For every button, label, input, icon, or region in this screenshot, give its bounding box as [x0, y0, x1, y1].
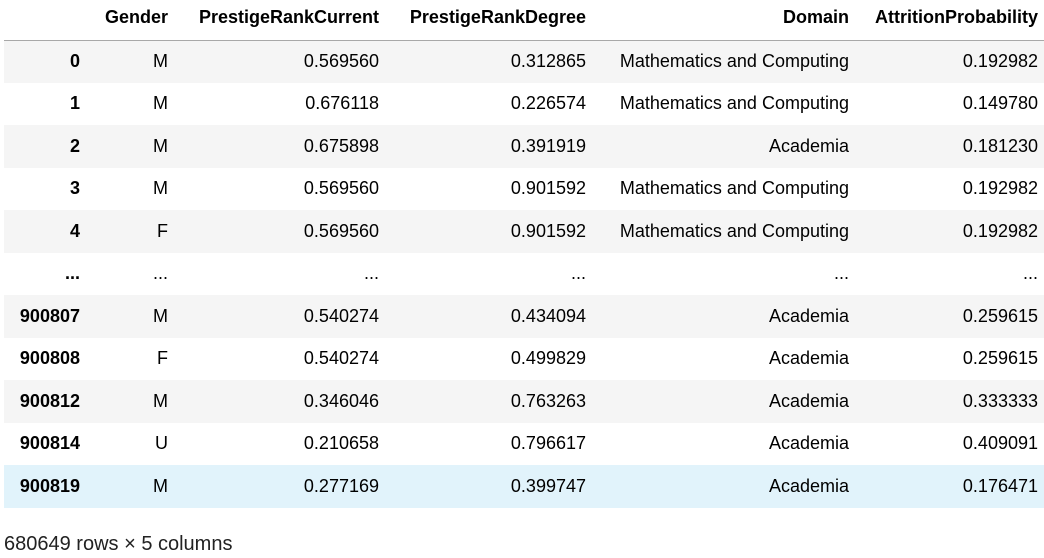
cell-prestige-rank-current: ... — [363, 263, 379, 284]
cell-attrition-probability: 0.192982 — [962, 51, 1038, 71]
cell-prestige-rank-degree: 0.391919 — [510, 135, 586, 156]
row-index: 900807 — [19, 305, 80, 326]
row-index: 900808 — [19, 348, 80, 369]
cell-gender: ... — [152, 263, 168, 284]
cell-prestige-rank-degree: 0.796617 — [510, 433, 586, 454]
dataframe-output: Gender PrestigeRankCurrent PrestigeRankD… — [0, 0, 1044, 558]
cell-attrition-probability: 0.192982 — [962, 220, 1038, 241]
cell-gender: M — [153, 475, 168, 496]
cell-prestige-rank-degree: 0.434094 — [510, 305, 586, 326]
cell-domain: Academia — [768, 433, 849, 454]
row-index: 900819 — [19, 475, 80, 496]
cell-attrition-probability: 0.333333 — [962, 390, 1038, 411]
cell-domain: Academia — [768, 390, 849, 411]
cell-prestige-rank-current: 0.676118 — [305, 93, 379, 114]
row-index: 1 — [69, 93, 80, 114]
cell-gender: M — [153, 51, 168, 71]
cell-domain: Academia — [768, 348, 849, 369]
cell-attrition-probability: 0.181230 — [962, 135, 1038, 156]
cell-prestige-rank-current: 0.675898 — [303, 135, 379, 156]
ellipsis-row: ... ... ... ... ... ... — [4, 252, 1044, 295]
cell-domain: Mathematics and Computing — [619, 51, 849, 71]
row-index: 900812 — [19, 390, 80, 411]
cell-gender: F — [157, 348, 168, 369]
cell-attrition-probability: 0.149780 — [962, 93, 1038, 114]
table-row: 3 M 0.569560 0.901592 Mathematics and Co… — [4, 167, 1044, 210]
cell-prestige-rank-current: 0.277169 — [303, 475, 379, 496]
table-row: 900812 M 0.346046 0.763263 Academia 0.33… — [4, 380, 1044, 423]
table-row: 2 M 0.675898 0.391919 Academia 0.181230 — [4, 125, 1044, 168]
cell-attrition-probability: 0.259615 — [962, 348, 1038, 369]
table-row-highlighted: 900819 M 0.277169 0.399747 Academia 0.17… — [4, 465, 1044, 508]
cell-gender: M — [153, 135, 168, 156]
cell-prestige-rank-degree: 0.499829 — [510, 348, 586, 369]
cell-prestige-rank-current: 0.569560 — [303, 220, 379, 241]
cell-prestige-rank-degree: 0.312865 — [510, 51, 586, 71]
cell-domain: Mathematics and Computing — [619, 220, 849, 241]
cell-prestige-rank-degree: 0.399747 — [510, 475, 586, 496]
cell-domain: Mathematics and Computing — [619, 178, 849, 199]
cell-prestige-rank-degree: 0.901592 — [510, 220, 586, 241]
row-index: 2 — [69, 135, 80, 156]
cell-domain: Mathematics and Computing — [619, 93, 849, 114]
table-row: 900808 F 0.540274 0.499829 Academia 0.25… — [4, 337, 1044, 380]
cell-domain: Academia — [768, 475, 849, 496]
column-header-attrition-probability: AttritionProbability — [855, 0, 1044, 41]
dataframe-shape-summary: 680649 rows × 5 columns — [4, 533, 233, 555]
cell-prestige-rank-degree: ... — [570, 263, 586, 284]
column-header-domain: Domain — [592, 0, 855, 41]
cell-prestige-rank-current: 0.569560 — [303, 51, 379, 71]
cell-prestige-rank-current: 0.540274 — [303, 305, 379, 326]
dataframe-table: Gender PrestigeRankCurrent PrestigeRankD… — [4, 0, 1044, 508]
cell-domain: Academia — [768, 135, 849, 156]
row-index: 4 — [69, 220, 80, 241]
cell-attrition-probability: ... — [1022, 263, 1038, 284]
cell-attrition-probability: 0.192982 — [962, 178, 1038, 199]
column-header-prestige-rank-current: PrestigeRankCurrent — [174, 0, 385, 41]
cell-gender: M — [153, 93, 168, 114]
cell-prestige-rank-current: 0.569560 — [303, 178, 379, 199]
cell-domain: ... — [833, 263, 849, 284]
header-row: Gender PrestigeRankCurrent PrestigeRankD… — [4, 0, 1044, 41]
row-index: 900814 — [19, 433, 80, 454]
cell-gender: U — [155, 433, 168, 454]
column-header-index — [4, 0, 86, 41]
cell-attrition-probability: 0.409091 — [962, 433, 1038, 454]
cell-gender: M — [153, 305, 168, 326]
cell-prestige-rank-degree: 0.226574 — [510, 93, 586, 114]
cell-attrition-probability: 0.176471 — [962, 475, 1038, 496]
cell-gender: M — [153, 390, 168, 411]
row-index: 3 — [69, 178, 80, 199]
cell-gender: M — [153, 178, 168, 199]
table-row: 900807 M 0.540274 0.434094 Academia 0.25… — [4, 295, 1044, 338]
table-row: 900814 U 0.210658 0.796617 Academia 0.40… — [4, 422, 1044, 465]
column-header-prestige-rank-degree: PrestigeRankDegree — [385, 0, 592, 41]
table-row: 0 M 0.569560 0.312865 Mathematics and Co… — [4, 40, 1044, 83]
cell-prestige-rank-current: 0.210658 — [303, 433, 379, 454]
row-index: ... — [64, 263, 80, 284]
column-header-gender: Gender — [86, 0, 174, 41]
cell-prestige-rank-current: 0.540274 — [303, 348, 379, 369]
table-row: 4 F 0.569560 0.901592 Mathematics and Co… — [4, 210, 1044, 253]
cell-domain: Academia — [768, 305, 849, 326]
cell-prestige-rank-degree: 0.901592 — [510, 178, 586, 199]
cell-prestige-rank-degree: 0.763263 — [510, 390, 586, 411]
cell-prestige-rank-current: 0.346046 — [303, 390, 379, 411]
cell-gender: F — [157, 220, 168, 241]
table-row: 1 M 0.676118 0.226574 Mathematics and Co… — [4, 82, 1044, 125]
cell-attrition-probability: 0.259615 — [962, 305, 1038, 326]
row-index: 0 — [69, 51, 80, 71]
